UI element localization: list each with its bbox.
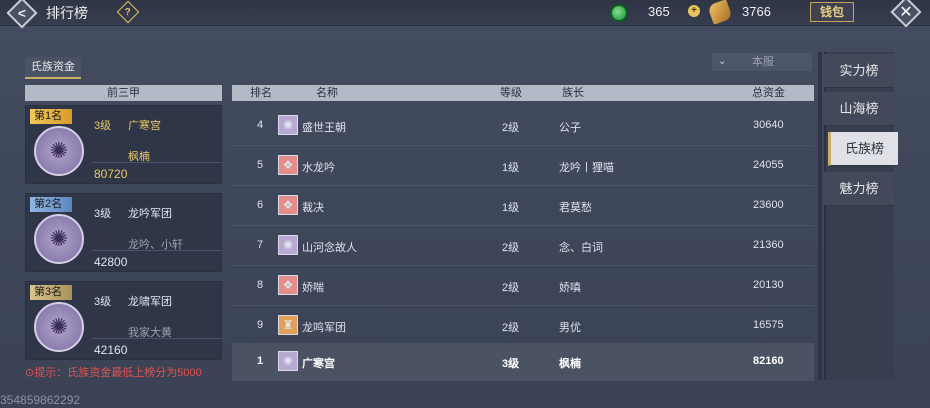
scrollbar[interactable] [818,52,822,380]
clan-emblem-icon: ❖ [278,275,298,295]
col-rank: 排名 [250,87,272,99]
clan-name: 龙吟军团 [128,208,172,220]
top3-card-3[interactable]: 第3名 ✺ 3级 龙啸军团 我家大黄 42160 [25,281,222,360]
hint-text: ⊙提示：氏族资金最低上榜分为5000 [25,367,202,379]
close-button[interactable]: ✕ [890,0,922,28]
table-row[interactable]: 8 ❖ 娇喘 2级 娇嗔 20130 [232,267,814,305]
clan-emblem-icon: ✺ [278,115,298,135]
col-level: 等级 [500,87,522,99]
clan-emblem-icon: ❖ [278,155,298,175]
leaderboard-screen: < 排行榜 ? 365 + 3766 钱包 ✕ 氏族资金 ⌄ 本服 前三甲 第1… [0,0,930,408]
clan-emblem-icon: ♜ [278,315,298,335]
gold-amount: 3766 [742,4,771,19]
top-bar: < 排行榜 ? 365 + 3766 钱包 ✕ [0,0,930,29]
top3-header: 前三甲 [25,85,222,101]
clan-fund: 80720 [94,167,128,181]
row-divider [232,145,814,146]
clan-emblem-icon: ❖ [278,195,298,215]
table-row[interactable]: 7 ✺ 山河念故人 2级 念、白词 21360 [232,227,814,265]
top3-card-1[interactable]: 第1名 ✺ 3级 广寒宫 枫楠 80720 [25,105,222,184]
jade-currency-icon [610,4,628,22]
gold-leaf-icon [707,0,733,25]
divider [92,250,222,251]
rank-badge: 第2名 [30,197,72,212]
my-clan-row[interactable]: 1 ✺ 广寒宫 3级 枫楠 82160 [232,343,814,381]
clan-emblem-icon: ✺ [278,235,298,255]
col-name: 名称 [316,87,338,99]
col-leader: 族长 [562,87,584,99]
divider [92,338,222,339]
tab-charm[interactable]: 魅力榜 [824,172,894,206]
server-select[interactable]: ⌄ 本服 [712,53,812,71]
col-fund: 总资金 [752,87,785,99]
table-row[interactable]: 6 ❖ 裁决 1级 君莫愁 23600 [232,187,814,225]
watermark-id: 354859862292 [0,393,81,407]
clan-fund: 42800 [94,255,128,269]
page-title: 排行榜 [46,5,88,21]
jade-amount: 365 [648,4,670,19]
clan-fund: 42160 [94,343,128,357]
clan-emblem-icon: ✺ [34,214,84,264]
rank-badge: 第3名 [30,285,72,300]
tab-clan[interactable]: 氏族榜 [828,132,898,166]
row-divider [232,265,814,266]
clan-level: 3级 [94,208,112,220]
close-icon: ✕ [899,4,913,21]
ranking-table-header: 排名 名称 等级 族长 总资金 [232,85,814,101]
divider [92,162,222,163]
table-row[interactable]: 4 ✺ 盛世王朝 2级 公子 30640 [232,107,814,145]
row-divider [232,225,814,226]
chevron-down-icon: ⌄ [718,56,727,67]
table-row[interactable]: 9 ♜ 龙鸣军团 2级 男优 16575 [232,307,814,345]
clan-emblem-icon: ✺ [34,302,84,352]
add-currency-icon[interactable]: + [688,5,700,17]
table-row[interactable]: 5 ❖ 水龙吟 1级 龙吟丨狸喵 24055 [232,147,814,185]
row-divider [232,185,814,186]
top3-card-2[interactable]: 第2名 ✺ 3级 龙吟军团 龙吟、小轩 42800 [25,193,222,272]
help-icon[interactable]: ? [116,0,140,24]
clan-emblem-icon: ✺ [278,351,298,371]
tab-strength[interactable]: 实力榜 [824,54,894,88]
clan-name: 广寒宫 [128,120,161,132]
clan-level: 3级 [94,296,112,308]
clan-emblem-icon: ✺ [34,126,84,176]
back-button[interactable]: < [2,0,42,29]
tab-shanhai[interactable]: 山海榜 [824,92,894,126]
clan-name: 龙啸军团 [128,296,172,308]
rank-badge: 第1名 [30,109,72,124]
tab-clan-fund[interactable]: 氏族资金 [25,57,81,79]
row-divider [232,305,814,306]
back-arrow-icon: < [17,5,27,21]
wallet-button[interactable]: 钱包 [810,2,854,22]
clan-level: 3级 [94,120,112,132]
